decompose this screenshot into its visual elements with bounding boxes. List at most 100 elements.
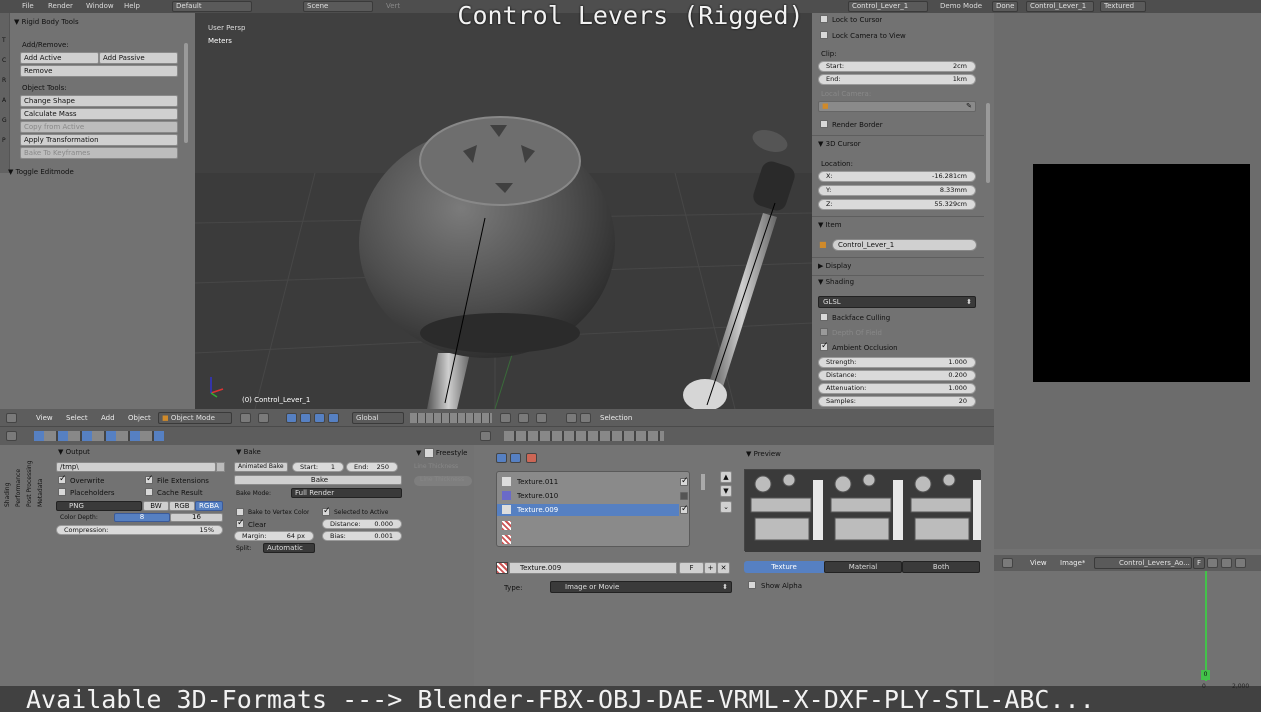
editor-type-icon[interactable] (6, 413, 17, 423)
render-border-checkbox[interactable] (820, 120, 828, 128)
shading-section-header[interactable]: ▼ Shading (818, 278, 854, 286)
clear-checkbox[interactable] (236, 518, 245, 528)
move-up-button[interactable]: ▲ (720, 471, 732, 483)
preview-section-header[interactable]: ▼ Preview (746, 450, 781, 458)
ao-distance-field[interactable]: Distance: 0.200 (818, 370, 976, 381)
proportional-edit-icon[interactable] (500, 413, 511, 423)
world-texture-icon[interactable] (496, 453, 507, 463)
remove-button[interactable]: Remove (20, 65, 178, 77)
3d-cursor-section-header[interactable]: ▼ 3D Cursor (818, 140, 861, 148)
bake-margin-field[interactable]: Margin: 64 px (234, 531, 314, 541)
selected-to-active-checkbox[interactable] (322, 506, 331, 516)
shading-solid-icon[interactable] (240, 413, 251, 423)
tool-shelf-tabs[interactable]: T C R A G P (0, 13, 10, 173)
tab-grease[interactable]: G (2, 117, 7, 124)
ao-attenuation-field[interactable]: Attenuation: 1.000 (818, 383, 976, 394)
render-anim-icon[interactable] (580, 413, 591, 423)
layer-buttons[interactable] (410, 413, 492, 423)
ao-strength-field[interactable]: Strength: 1.000 (818, 357, 976, 368)
animated-bake-button[interactable]: Animated Bake (234, 462, 288, 472)
depth-16-button[interactable]: 16 (170, 513, 223, 522)
texture-name-field[interactable]: Texture.009 (509, 562, 677, 574)
line-thickness-mode[interactable]: Line Thickness (414, 463, 472, 473)
depth-of-field-checkbox[interactable] (820, 328, 828, 336)
clip-start-field[interactable]: Start: 2cm (818, 61, 976, 72)
ao-samples-field[interactable]: Samples: 20 (818, 396, 976, 407)
slot-enable-checkbox[interactable] (680, 492, 688, 500)
image-open-icon[interactable] (1221, 558, 1232, 568)
bake-distance-field[interactable]: Distance: 0.000 (322, 519, 402, 529)
editor-type-icon[interactable] (1002, 558, 1013, 568)
list-item[interactable]: Texture.010 (497, 490, 689, 502)
depth-8-button[interactable]: 8 (114, 513, 170, 522)
translate-icon[interactable] (300, 413, 311, 423)
list-item[interactable]: Texture.011 (497, 476, 689, 488)
slot-menu-button[interactable]: ⌄ (720, 501, 732, 513)
fake-user-button[interactable]: F (679, 562, 704, 574)
file-extensions-checkbox[interactable] (145, 474, 154, 484)
pivot-icon[interactable] (258, 413, 269, 423)
item-name-field[interactable]: Control_Lever_1 (832, 239, 977, 251)
add-menu[interactable]: Add (101, 414, 115, 422)
placeholders-checkbox[interactable] (58, 488, 66, 496)
cursor-y-field[interactable]: Y: 8.33mm (818, 185, 976, 196)
tab-shading[interactable]: Shading (4, 483, 11, 507)
image-close-icon[interactable] (1235, 558, 1246, 568)
frame-indicator-line[interactable] (1205, 571, 1207, 681)
object-menu[interactable]: Object (128, 414, 151, 422)
preview-texture-tab[interactable]: Texture (744, 561, 824, 573)
n-panel-scrollbar[interactable] (986, 103, 990, 183)
scale-icon[interactable] (328, 413, 339, 423)
clip-end-field[interactable]: End: 1km (818, 74, 976, 85)
selection-label[interactable]: Selection (600, 414, 632, 422)
list-scrollbar[interactable] (701, 474, 705, 490)
tab-physics[interactable]: P (2, 137, 6, 144)
material-texture-icon[interactable] (510, 453, 521, 463)
list-item[interactable]: Texture.009 (497, 504, 679, 516)
rgb-button[interactable]: RGB (169, 501, 195, 511)
cache-result-checkbox[interactable] (145, 488, 153, 496)
bake-start-field[interactable]: Start: 1 (292, 462, 344, 472)
transform-orientation-select[interactable]: Global (352, 412, 404, 424)
rotate-icon[interactable] (314, 413, 325, 423)
preview-both-tab[interactable]: Both (902, 561, 980, 573)
output-path-field[interactable]: /tmp\ (56, 462, 216, 472)
move-down-button[interactable]: ▼ (720, 485, 732, 497)
bake-section-header[interactable]: ▼ Bake (236, 448, 261, 456)
cursor-z-field[interactable]: Z: 55.329cm (818, 199, 976, 210)
snap-target-icon[interactable] (536, 413, 547, 423)
unlink-texture-button[interactable]: ✕ (717, 562, 730, 574)
shading-mode-select[interactable]: GLSL ⬍ (818, 296, 976, 308)
tab-post-processing[interactable]: Post Processing (26, 461, 33, 508)
tool-shelf-scrollbar[interactable] (184, 43, 188, 143)
image-view-menu[interactable]: View (1030, 559, 1047, 567)
slot-enable-checkbox[interactable] (680, 504, 689, 514)
output-section-header[interactable]: ▼ Output (58, 448, 90, 456)
ambient-occlusion-checkbox[interactable] (820, 341, 829, 351)
compression-field[interactable]: Compression: 15% (56, 525, 223, 535)
3d-viewport[interactable]: User Persp Meters (0) Control_Lever_1 (195, 13, 812, 409)
context-tabs[interactable] (504, 431, 664, 441)
context-tabs[interactable] (34, 431, 164, 441)
checker-texture-icon[interactable] (526, 453, 537, 463)
image-name-field[interactable]: Control_Levers_Ao... (1094, 557, 1192, 569)
bake-bias-field[interactable]: Bias: 0.001 (322, 531, 402, 541)
tab-relations[interactable]: R (2, 77, 6, 84)
tab-tools[interactable]: T (2, 37, 6, 44)
backface-culling-checkbox[interactable] (820, 313, 828, 321)
file-format-select[interactable]: PNG (56, 501, 142, 511)
change-shape-button[interactable]: Change Shape (20, 95, 178, 107)
calculate-mass-button[interactable]: Calculate Mass (20, 108, 178, 120)
folder-icon[interactable] (216, 462, 225, 472)
cursor-x-field[interactable]: X: -16.281cm (818, 171, 976, 182)
add-passive-button[interactable]: Add Passive (99, 52, 178, 64)
bake-to-keyframes-button[interactable]: Bake To Keyframes (20, 147, 178, 159)
tab-create[interactable]: C (2, 57, 6, 64)
bake-to-vertex-checkbox[interactable] (236, 508, 244, 516)
texture-slot-list[interactable]: Texture.011 Texture.010 Texture.009 (496, 471, 705, 547)
copy-from-active-button[interactable]: Copy from Active (20, 121, 178, 133)
toggle-editmode-panel[interactable]: ▼ Toggle Editmode (8, 168, 74, 176)
bw-button[interactable]: BW (143, 501, 169, 511)
preview-material-tab[interactable]: Material (824, 561, 902, 573)
select-menu[interactable]: Select (66, 414, 88, 422)
